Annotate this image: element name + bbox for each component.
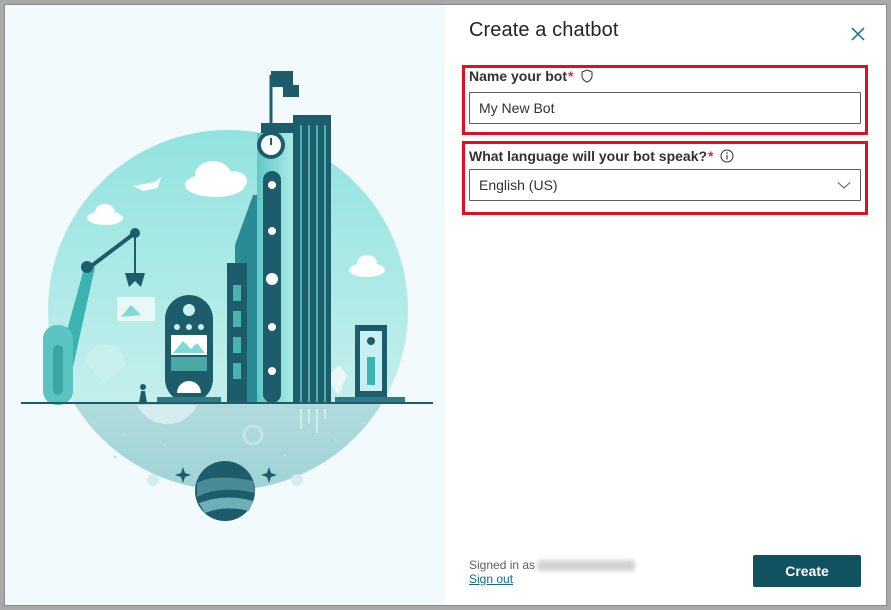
language-dropdown[interactable]: English (US)	[469, 169, 861, 201]
illustration-panel	[5, 5, 445, 605]
shield-icon	[581, 69, 593, 83]
sign-out-link[interactable]: Sign out	[469, 572, 513, 586]
signed-in-prefix: Signed in as	[469, 558, 536, 572]
close-icon	[851, 27, 865, 41]
info-icon[interactable]	[720, 149, 734, 163]
language-label-text: What language will your bot speak?	[469, 148, 708, 164]
chevron-down-icon	[837, 182, 851, 189]
required-mark: *	[708, 148, 714, 164]
form-panel: Create a chatbot Name your bot* What lan…	[445, 5, 886, 605]
language-selected-value: English (US)	[479, 177, 558, 193]
redacted-username	[537, 560, 636, 572]
city-illustration	[21, 71, 433, 521]
close-button[interactable]	[847, 23, 869, 45]
language-field-label: What language will your bot speak? *	[469, 148, 734, 164]
create-button[interactable]: Create	[753, 555, 861, 587]
required-mark: *	[568, 68, 574, 84]
name-label-text: Name your bot	[469, 68, 568, 84]
bot-name-input[interactable]	[469, 92, 861, 124]
signed-in-info: Signed in as	[469, 557, 636, 573]
create-chatbot-dialog: Create a chatbot Name your bot* What lan…	[5, 5, 886, 605]
name-field-label: Name your bot *	[469, 68, 594, 84]
dialog-title: Create a chatbot	[469, 19, 619, 41]
